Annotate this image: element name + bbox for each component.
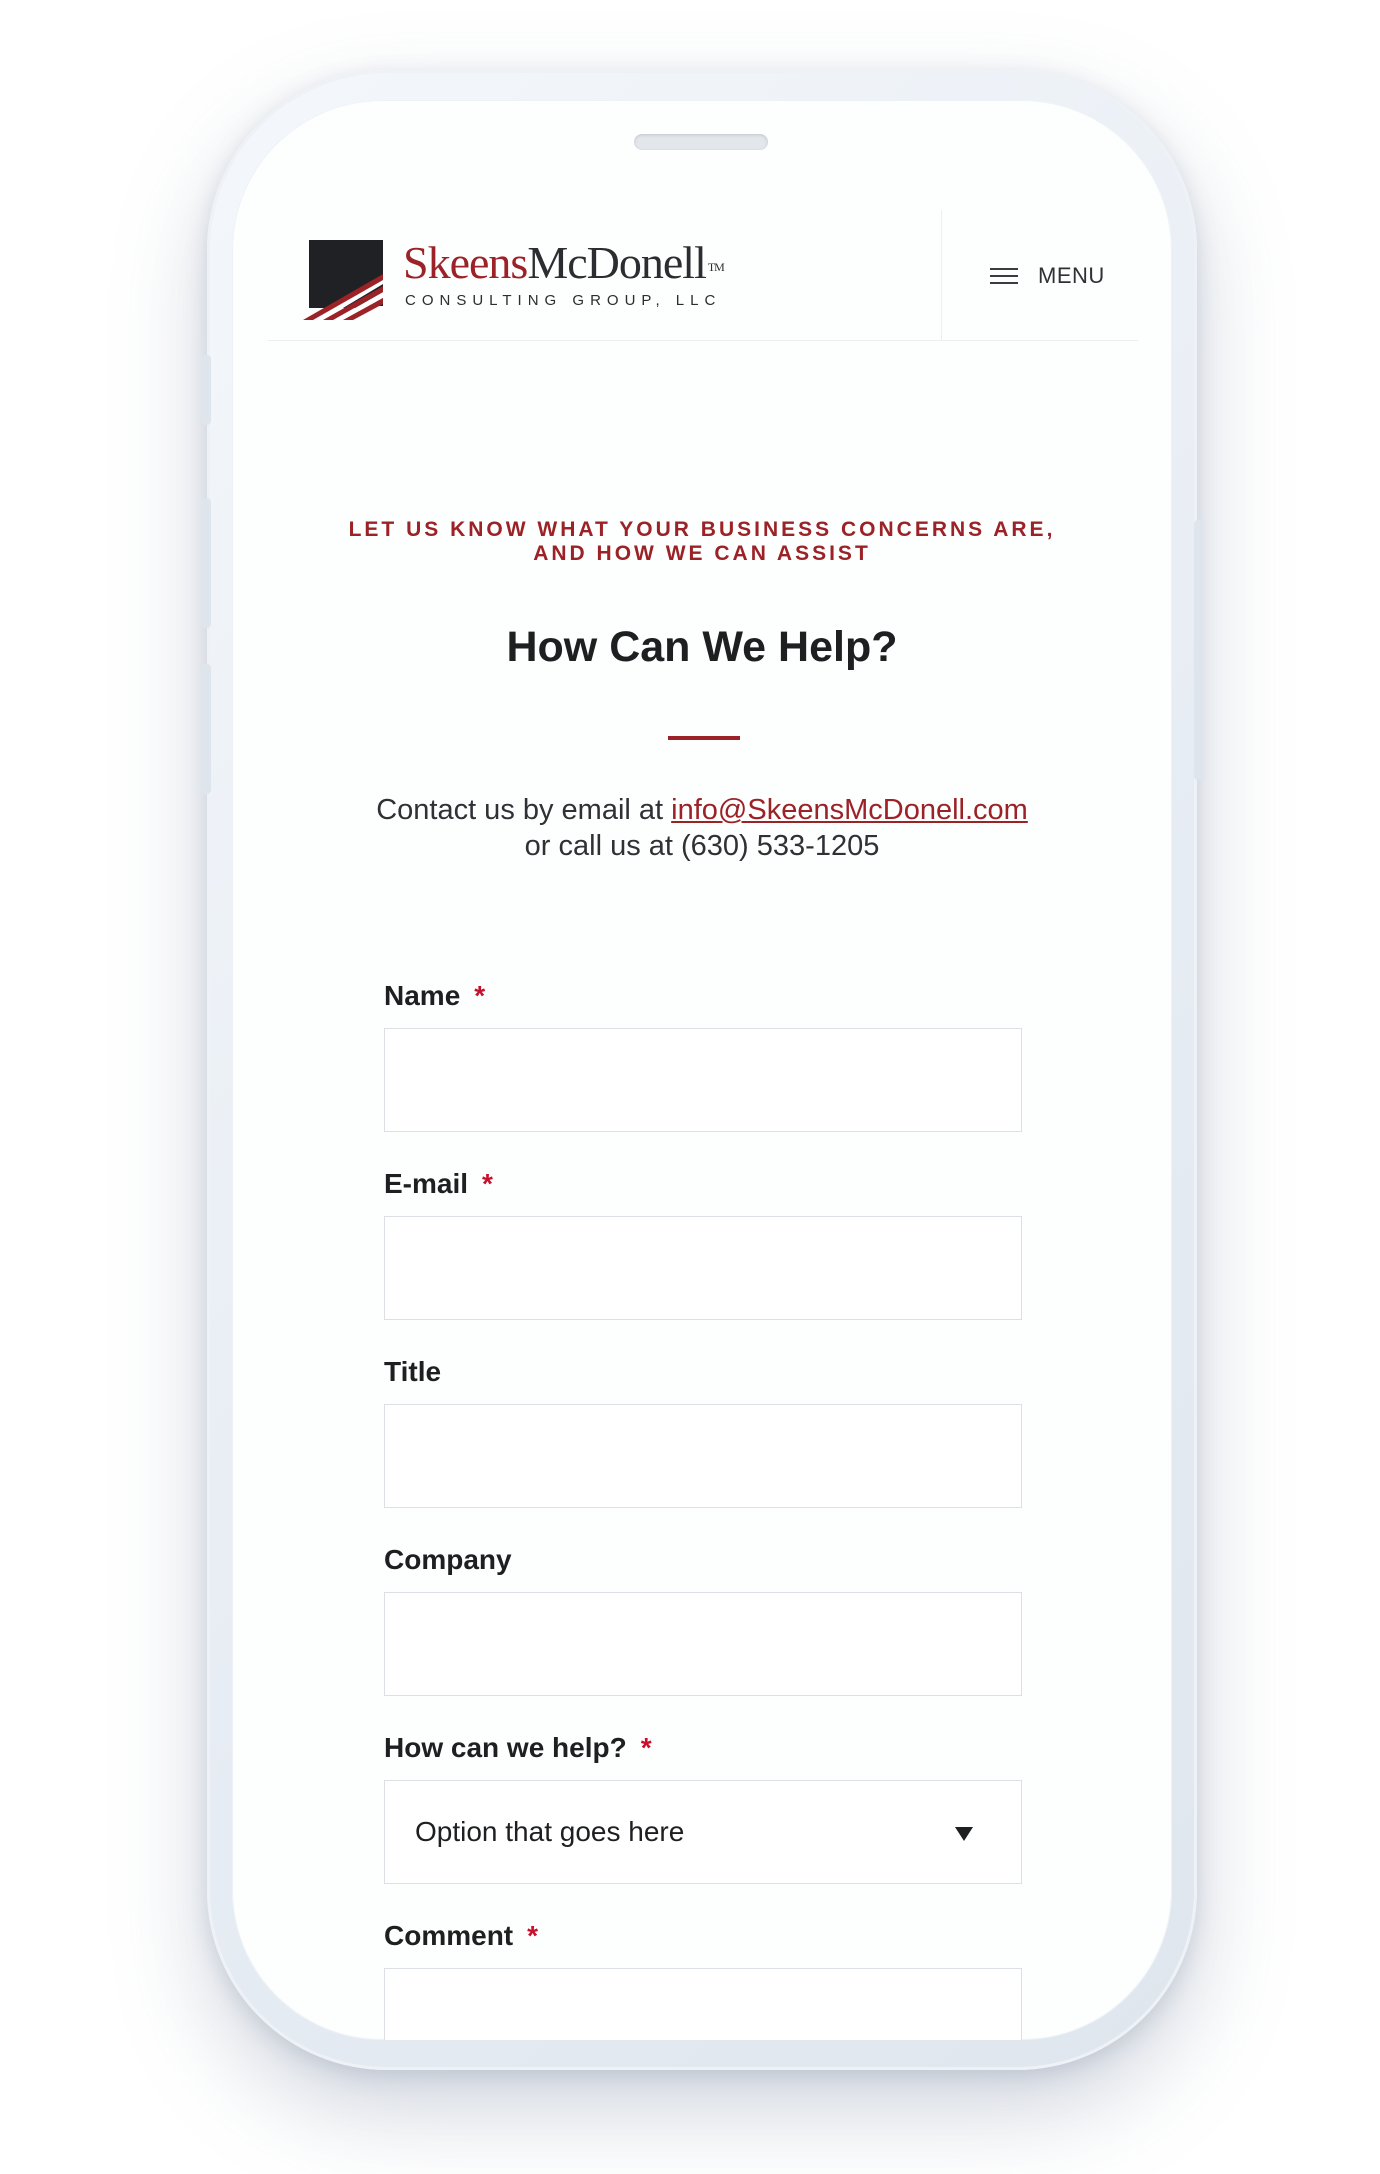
volume-up-button (201, 498, 211, 628)
required-marker: * (474, 980, 486, 1011)
title-input[interactable] (384, 1404, 1022, 1508)
speaker-grille (634, 134, 768, 150)
company-label: Company (384, 1544, 512, 1575)
name-input[interactable] (384, 1028, 1022, 1132)
logo-trademark: TM (707, 260, 725, 274)
logo-subtitle: CONSULTING GROUP, LLC (405, 292, 722, 309)
contact-email-line: Contact us by email at info@SkeensMcDone… (232, 792, 1172, 828)
site-header: SkeensMcDonell TM CONSULTING GROUP, LLC M… (268, 210, 1138, 341)
menu-button[interactable]: MENU (990, 256, 1105, 296)
help-select-value: Option that goes here (415, 1816, 685, 1847)
hamburger-icon (990, 268, 1018, 284)
email-input[interactable] (384, 1216, 1022, 1320)
company-input[interactable] (384, 1592, 1022, 1696)
menu-label: MENU (1038, 263, 1105, 288)
mute-switch (201, 355, 211, 425)
caret-down-icon (955, 1827, 973, 1841)
power-button (1194, 520, 1204, 780)
eyebrow-line-1: LET US KNOW WHAT YOUR BUSINESS CONCERNS … (348, 518, 1056, 541)
help-select[interactable]: Option that goes here (384, 1780, 1022, 1884)
contact-prefix: Contact us by email at (376, 794, 664, 826)
header-divider (941, 210, 942, 340)
site-logo[interactable]: SkeensMcDonell TM CONSULTING GROUP, LLC (303, 232, 743, 322)
email-label-text: E-mail (384, 1168, 469, 1199)
logo-mark-icon (303, 240, 383, 320)
eyebrow-text: LET US KNOW WHAT YOUR BUSINESS CONCERNS … (232, 518, 1172, 566)
phone-screen: SkeensMcDonell TM CONSULTING GROUP, LLC M… (232, 100, 1172, 2040)
title-label: Title (384, 1356, 442, 1387)
comment-textarea[interactable] (384, 1968, 1022, 2040)
required-marker: * (482, 1168, 493, 1199)
heading-accent-rule (668, 736, 740, 740)
email-label: E-mail * (384, 1168, 493, 1200)
required-marker: * (640, 1732, 652, 1763)
volume-down-button (201, 664, 211, 794)
name-label: Name * (384, 980, 485, 1012)
name-label-text: Name (384, 980, 461, 1011)
logo-name-mcdonell: McDonell (527, 237, 707, 288)
contact-info: Contact us by email at info@SkeensMcDone… (232, 792, 1172, 864)
required-marker: * (527, 1920, 539, 1951)
logo-name-skeens: Skeens (403, 237, 528, 288)
help-label: How can we help? * (384, 1732, 652, 1764)
comment-label: Comment * (384, 1920, 538, 1952)
eyebrow-line-2: AND HOW WE CAN ASSIST (533, 542, 871, 565)
logo-wordmark: SkeensMcDonell TM (403, 237, 725, 288)
contact-email-link[interactable]: info@SkeensMcDonell.com (671, 794, 1028, 826)
contact-phone-line: or call us at (630) 533-1205 (524, 830, 880, 862)
help-label-text: How can we help? (384, 1732, 627, 1763)
page-title: How Can We Help? (506, 623, 898, 671)
comment-label-text: Comment (384, 1920, 514, 1951)
